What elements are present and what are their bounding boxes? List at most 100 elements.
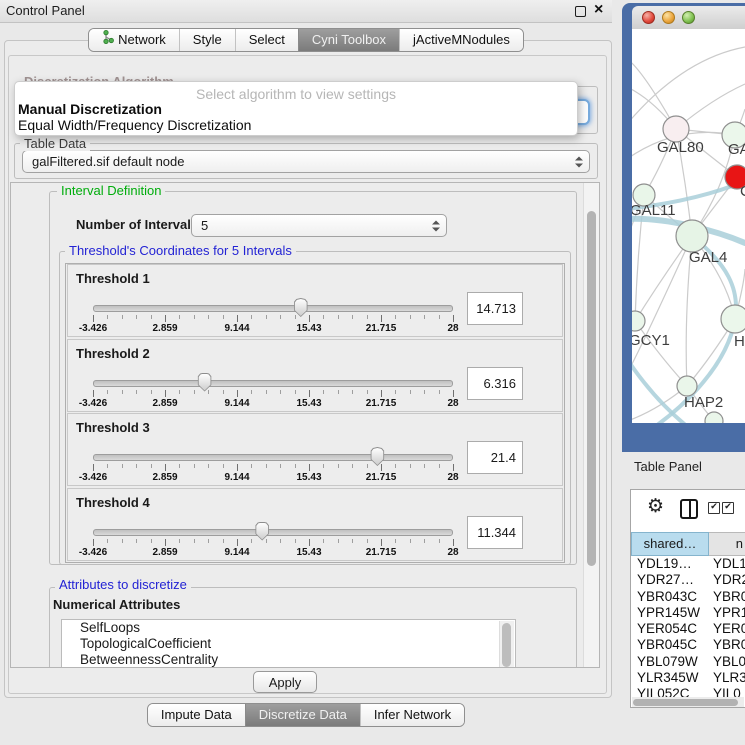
tab-label: Discretize Data bbox=[259, 704, 347, 726]
attribute-item-betweennesscentrality[interactable]: BetweennessCentrality bbox=[62, 652, 515, 668]
columns-icon[interactable] bbox=[680, 499, 698, 519]
apply-button[interactable]: Apply bbox=[253, 671, 317, 693]
number-of-intervals-combobox[interactable]: 5 bbox=[191, 214, 447, 237]
settings-scrollbar[interactable] bbox=[583, 183, 600, 667]
table-row[interactable]: YDL19…YDL1 bbox=[631, 556, 745, 572]
table-header-row: shared… n bbox=[631, 532, 745, 556]
cell-shared-name[interactable]: YLR345W bbox=[631, 670, 709, 686]
network-canvas[interactable]: GAL80GACGAL11GAL4GCY1HHAP2 bbox=[632, 29, 745, 423]
float-icon[interactable] bbox=[575, 6, 586, 17]
slider-track[interactable] bbox=[93, 305, 453, 312]
dropdown-item-manual-discretization[interactable]: Manual Discretization bbox=[18, 101, 162, 117]
attribute-items: SelfLoopsTopologicalCoefficientBetweenne… bbox=[62, 620, 515, 668]
threshold-slider[interactable]: -3.4262.8599.14415.4321.71528 bbox=[93, 299, 453, 335]
tab-label: jActiveMNodules bbox=[413, 29, 510, 51]
cell-name[interactable]: YIL0 bbox=[709, 686, 745, 697]
threshold-value-field[interactable]: 6.316 bbox=[467, 367, 523, 400]
slider-track[interactable] bbox=[93, 380, 453, 387]
table-data-combo-value: galFiltered.sif default node bbox=[32, 151, 184, 173]
slider-track[interactable] bbox=[93, 529, 453, 536]
tick-label: 2.859 bbox=[152, 472, 177, 483]
tab-jactivemnodules[interactable]: jActiveMNodules bbox=[399, 29, 523, 51]
dropdown-prompt: Select algorithm to view settings bbox=[15, 86, 577, 102]
checkbox-icon[interactable]: ✔ bbox=[722, 502, 734, 514]
cell-name[interactable]: YDL1 bbox=[709, 556, 745, 572]
table-row[interactable]: YLR345WYLR3 bbox=[631, 670, 745, 686]
table-data-combobox[interactable]: galFiltered.sif default node bbox=[22, 150, 590, 173]
chevron-updown-icon bbox=[574, 155, 583, 168]
tab-style[interactable]: Style bbox=[179, 29, 235, 51]
checkbox-icon[interactable]: ✔ bbox=[708, 502, 720, 514]
traffic-light-close-icon[interactable] bbox=[642, 11, 655, 24]
bottom-tab-bar: Impute Data Discretize Data Infer Network bbox=[0, 703, 612, 727]
network-edge[interactable] bbox=[632, 236, 692, 374]
traffic-light-minimize-icon[interactable] bbox=[662, 11, 675, 24]
table-row[interactable]: YBR043CYBR0 bbox=[631, 589, 745, 605]
column-header-shared[interactable]: shared… bbox=[631, 532, 709, 556]
cell-shared-name[interactable]: YBR045C bbox=[631, 637, 709, 653]
cell-name[interactable]: YPR1 bbox=[709, 605, 745, 621]
table-row[interactable]: YER054CYER0 bbox=[631, 621, 745, 637]
threshold-value-field[interactable]: 14.713 bbox=[467, 292, 523, 325]
table-row[interactable]: YBR045CYBR0 bbox=[631, 637, 745, 653]
tab-impute-data[interactable]: Impute Data bbox=[148, 704, 245, 726]
cell-shared-name[interactable]: YBR043C bbox=[631, 589, 709, 605]
dropdown-item-equal-width-frequency[interactable]: Equal Width/Frequency Discretization bbox=[18, 117, 251, 133]
table-row[interactable]: YPR145WYPR1 bbox=[631, 605, 745, 621]
tab-discretize-data[interactable]: Discretize Data bbox=[245, 704, 360, 726]
close-icon[interactable]: × bbox=[594, 1, 603, 19]
column-header-name[interactable]: n bbox=[709, 532, 745, 556]
table-row[interactable]: YDR27…YDR2 bbox=[631, 572, 745, 588]
table-row[interactable]: YIL052CYIL0 bbox=[631, 686, 745, 697]
tab-network[interactable]: Network bbox=[89, 29, 179, 51]
traffic-light-zoom-icon[interactable] bbox=[682, 11, 695, 24]
gear-icon[interactable]: ⚙ bbox=[647, 495, 664, 517]
cell-shared-name[interactable]: YBL079W bbox=[631, 654, 709, 670]
tick-label: 28 bbox=[447, 472, 458, 483]
attribute-item-selfloops[interactable]: SelfLoops bbox=[62, 620, 515, 636]
numerical-attributes-list[interactable]: SelfLoopsTopologicalCoefficientBetweenne… bbox=[61, 619, 516, 668]
network-edge[interactable] bbox=[635, 321, 687, 386]
table-hscrollbar[interactable] bbox=[632, 697, 744, 708]
cell-shared-name[interactable]: YDR27… bbox=[631, 572, 709, 588]
table-panel-body: ⚙ ✔ ✔ shared… n YDL19…YDL1YDR27…YDR2YBR0… bbox=[630, 489, 745, 708]
cell-name[interactable]: YDR2 bbox=[709, 572, 745, 588]
tick-label: 15.43 bbox=[296, 398, 321, 409]
tab-cyni-toolbox[interactable]: Cyni Toolbox bbox=[298, 29, 399, 51]
network-node-gal4[interactable] bbox=[676, 220, 708, 252]
network-node-gcy1[interactable] bbox=[632, 311, 645, 331]
threshold-value-field[interactable]: 11.344 bbox=[467, 516, 523, 549]
tick-label: 2.859 bbox=[152, 323, 177, 334]
threshold-slider[interactable]: -3.4262.8599.14415.4321.71528 bbox=[93, 523, 453, 559]
cell-name[interactable]: YLR3 bbox=[709, 670, 745, 686]
cell-name[interactable]: YBL0 bbox=[709, 654, 745, 670]
attributes-scrollbar[interactable] bbox=[499, 621, 514, 668]
threshold-value-field[interactable]: 21.4 bbox=[467, 441, 523, 474]
cell-shared-name[interactable]: YDL19… bbox=[631, 556, 709, 572]
slider-track[interactable] bbox=[93, 454, 453, 461]
cell-name[interactable]: YBR0 bbox=[709, 637, 745, 653]
cell-name[interactable]: YER0 bbox=[709, 621, 745, 637]
tab-label: Network bbox=[118, 29, 166, 51]
network-graph[interactable]: GAL80GACGAL11GAL4GCY1HHAP2 bbox=[632, 29, 745, 423]
network-node-hap2[interactable] bbox=[677, 376, 697, 396]
threshold-slider[interactable]: -3.4262.8599.14415.4321.71528 bbox=[93, 374, 453, 410]
tab-select[interactable]: Select bbox=[235, 29, 298, 51]
table-row[interactable]: YBL079WYBL0 bbox=[631, 654, 745, 670]
table-panel-title: Table Panel bbox=[634, 459, 702, 474]
settings-scrollbar-thumb[interactable] bbox=[587, 211, 596, 566]
algorithm-dropdown-popup: Select algorithm to view settings Manual… bbox=[14, 81, 578, 136]
tick-label: 2.859 bbox=[152, 398, 177, 409]
top-tab-bar: Network Style SelectCyni Toolbox jActiveMNo… bbox=[0, 28, 612, 52]
attribute-item-topologicalcoefficient[interactable]: TopologicalCoefficient bbox=[62, 636, 515, 652]
cell-shared-name[interactable]: YPR145W bbox=[631, 605, 709, 621]
threshold-slider[interactable]: -3.4262.8599.14415.4321.71528 bbox=[93, 448, 453, 484]
tab-infer-network[interactable]: Infer Network bbox=[360, 704, 464, 726]
tab-label: Style bbox=[193, 29, 222, 51]
cell-name[interactable]: YBR0 bbox=[709, 589, 745, 605]
chevron-updown-icon bbox=[431, 219, 440, 232]
table-hscrollbar-thumb[interactable] bbox=[633, 699, 738, 706]
cell-shared-name[interactable]: YER054C bbox=[631, 621, 709, 637]
cell-shared-name[interactable]: YIL052C bbox=[631, 686, 709, 697]
network-node-h[interactable] bbox=[721, 305, 745, 333]
